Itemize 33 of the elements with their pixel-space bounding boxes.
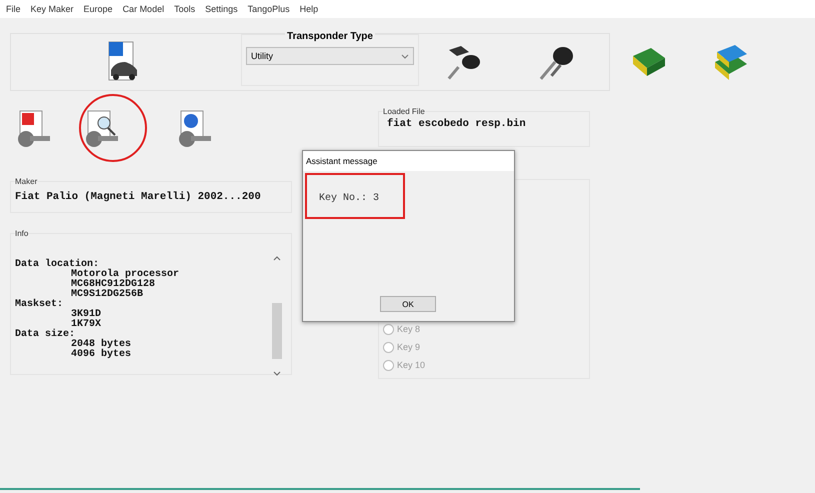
dialog-title: Assistant message	[303, 151, 514, 171]
menu-item[interactable]: Car Model	[120, 4, 172, 14]
info-heading: Maskset:	[15, 300, 64, 310]
dialog-message: Key No.: 3	[319, 193, 380, 204]
info-line: MC68HC912DG128	[70, 280, 156, 290]
info-heading: Data location:	[15, 260, 100, 270]
loaded-file-label: Loaded File	[383, 107, 425, 116]
menu-item[interactable]: File	[4, 4, 29, 14]
menu-item[interactable]: Tools	[172, 4, 204, 14]
ok-button[interactable]: OK	[380, 296, 436, 312]
info-line: 3K91D	[70, 310, 102, 320]
menu-item[interactable]: Europe	[82, 4, 121, 14]
scrollbar[interactable]	[271, 256, 283, 376]
menu-item[interactable]: Settings	[203, 4, 246, 14]
maker-value: Fiat Palio (Magneti Marelli) 2002...200	[15, 191, 261, 203]
menu-item[interactable]: Help	[298, 4, 326, 14]
chevron-up-icon[interactable]	[273, 256, 281, 261]
chevron-down-icon[interactable]	[273, 371, 281, 376]
info-heading: Data size:	[15, 330, 76, 340]
transponder-type-dropdown[interactable]: Utility	[246, 47, 414, 65]
info-label: Info	[15, 229, 28, 238]
highlight-circle	[79, 94, 147, 162]
maker-label: Maker	[15, 177, 38, 186]
chevron-down-icon	[401, 54, 409, 58]
transponder-type-label: Transponder Type	[285, 31, 375, 42]
menu-item[interactable]: Key Maker	[28, 4, 82, 14]
menu-item[interactable]: TangoPlus	[246, 4, 298, 14]
info-line: Motorola processor	[70, 270, 180, 280]
info-line: 4096 bytes	[70, 350, 132, 360]
info-line: 2048 bytes	[70, 340, 132, 350]
loaded-file-value: fiat escobedo resp.bin	[386, 118, 527, 130]
info-line: 1K79X	[71, 320, 102, 330]
info-line: MC9S12DG256B	[70, 290, 144, 300]
